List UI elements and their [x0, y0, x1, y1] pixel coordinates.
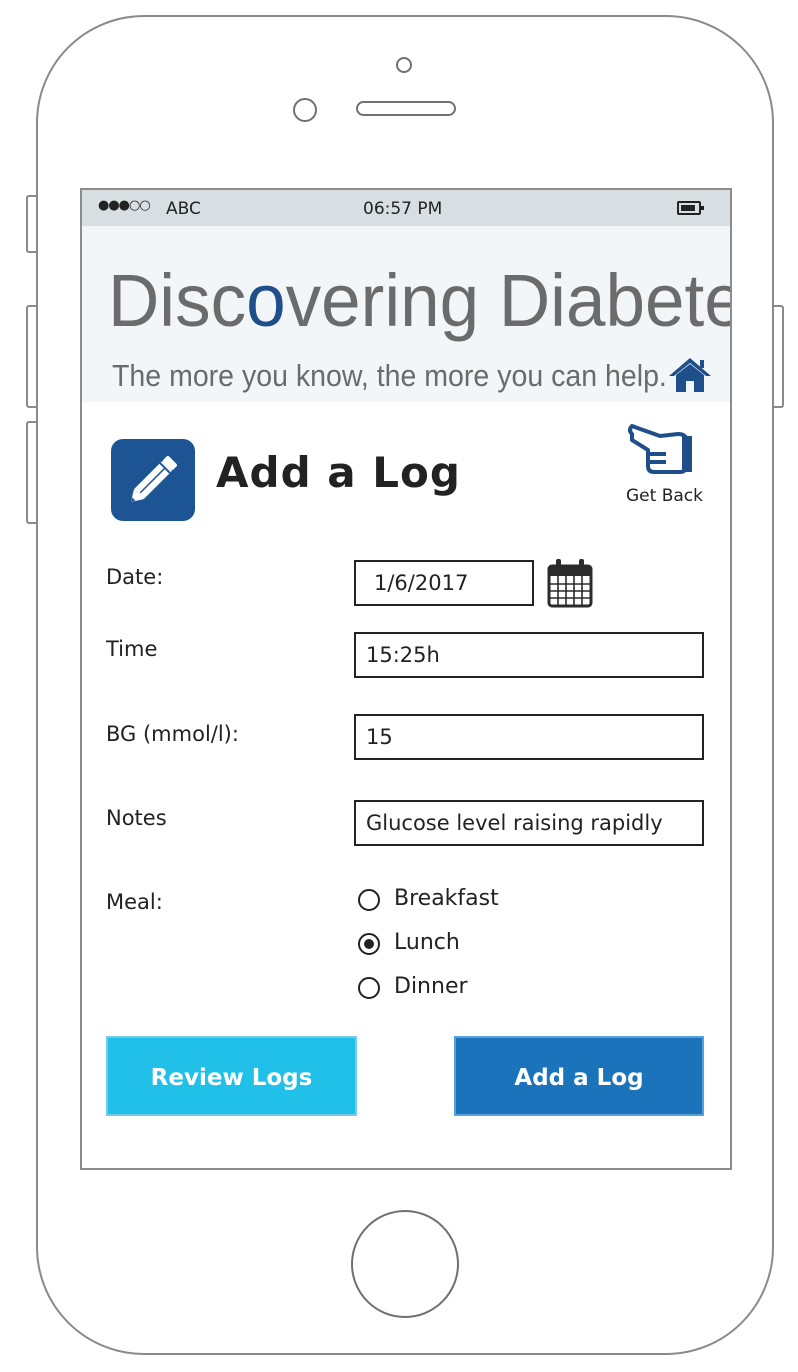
- app-banner: Discovering Diabetes The more you know, …: [82, 226, 730, 402]
- signal-strength-icon: ●●●○○: [98, 198, 151, 213]
- bg-field[interactable]: 15: [354, 714, 704, 760]
- device-mockup: ●●●○○ ABC 06:57 PM Discovering Diabetes …: [0, 0, 798, 1372]
- radio-button-icon[interactable]: [358, 977, 380, 999]
- review-logs-button[interactable]: Review Logs: [106, 1036, 357, 1116]
- proximity-sensor: [293, 98, 317, 122]
- get-back-label: Get Back: [626, 486, 703, 506]
- carrier-name: ABC: [166, 199, 201, 219]
- meal-label: Meal:: [106, 890, 163, 914]
- volume-up-button: [26, 305, 38, 408]
- brand-title-part: Disc: [108, 259, 247, 342]
- device-home-button[interactable]: [351, 1210, 459, 1318]
- notes-field[interactable]: Glucose level raising rapidly: [354, 800, 704, 846]
- brand-tagline: The more you know, the more you can help…: [112, 358, 667, 393]
- meal-option-label: Dinner: [394, 974, 468, 999]
- pointing-hand-icon: [628, 424, 692, 474]
- date-field[interactable]: 1/6/2017: [354, 560, 534, 606]
- date-label: Date:: [106, 565, 164, 589]
- volume-down-button: [26, 421, 38, 524]
- home-icon[interactable]: [668, 356, 712, 394]
- get-back-button[interactable]: Get Back: [618, 420, 718, 508]
- bg-label: BG (mmol/l):: [106, 722, 239, 746]
- meal-option-label: Breakfast: [394, 886, 499, 911]
- battery-icon: [677, 201, 704, 215]
- calendar-icon[interactable]: [547, 558, 593, 608]
- notes-label: Notes: [106, 806, 167, 830]
- radio-button-icon[interactable]: [358, 889, 380, 911]
- earpiece-speaker: [356, 101, 456, 116]
- brand-title: Discovering Diabetes: [108, 264, 730, 338]
- power-button: [772, 305, 784, 408]
- time-field[interactable]: 15:25h: [354, 632, 704, 678]
- add-log-button[interactable]: Add a Log: [454, 1036, 704, 1116]
- status-bar: ●●●○○ ABC 06:57 PM: [82, 190, 730, 226]
- brand-title-part: vering Diabetes: [285, 259, 732, 342]
- brand-title-accent: o: [246, 259, 286, 342]
- meal-option-label: Lunch: [394, 930, 460, 955]
- app-screen: ●●●○○ ABC 06:57 PM Discovering Diabetes …: [80, 188, 732, 1170]
- mute-switch: [26, 195, 38, 253]
- pencil-icon: [111, 439, 195, 521]
- status-time: 06:57 PM: [363, 199, 443, 219]
- front-camera: [396, 57, 412, 73]
- time-label: Time: [106, 637, 158, 661]
- radio-button-selected-icon[interactable]: [358, 933, 380, 955]
- page-title: Add a Log: [216, 448, 461, 497]
